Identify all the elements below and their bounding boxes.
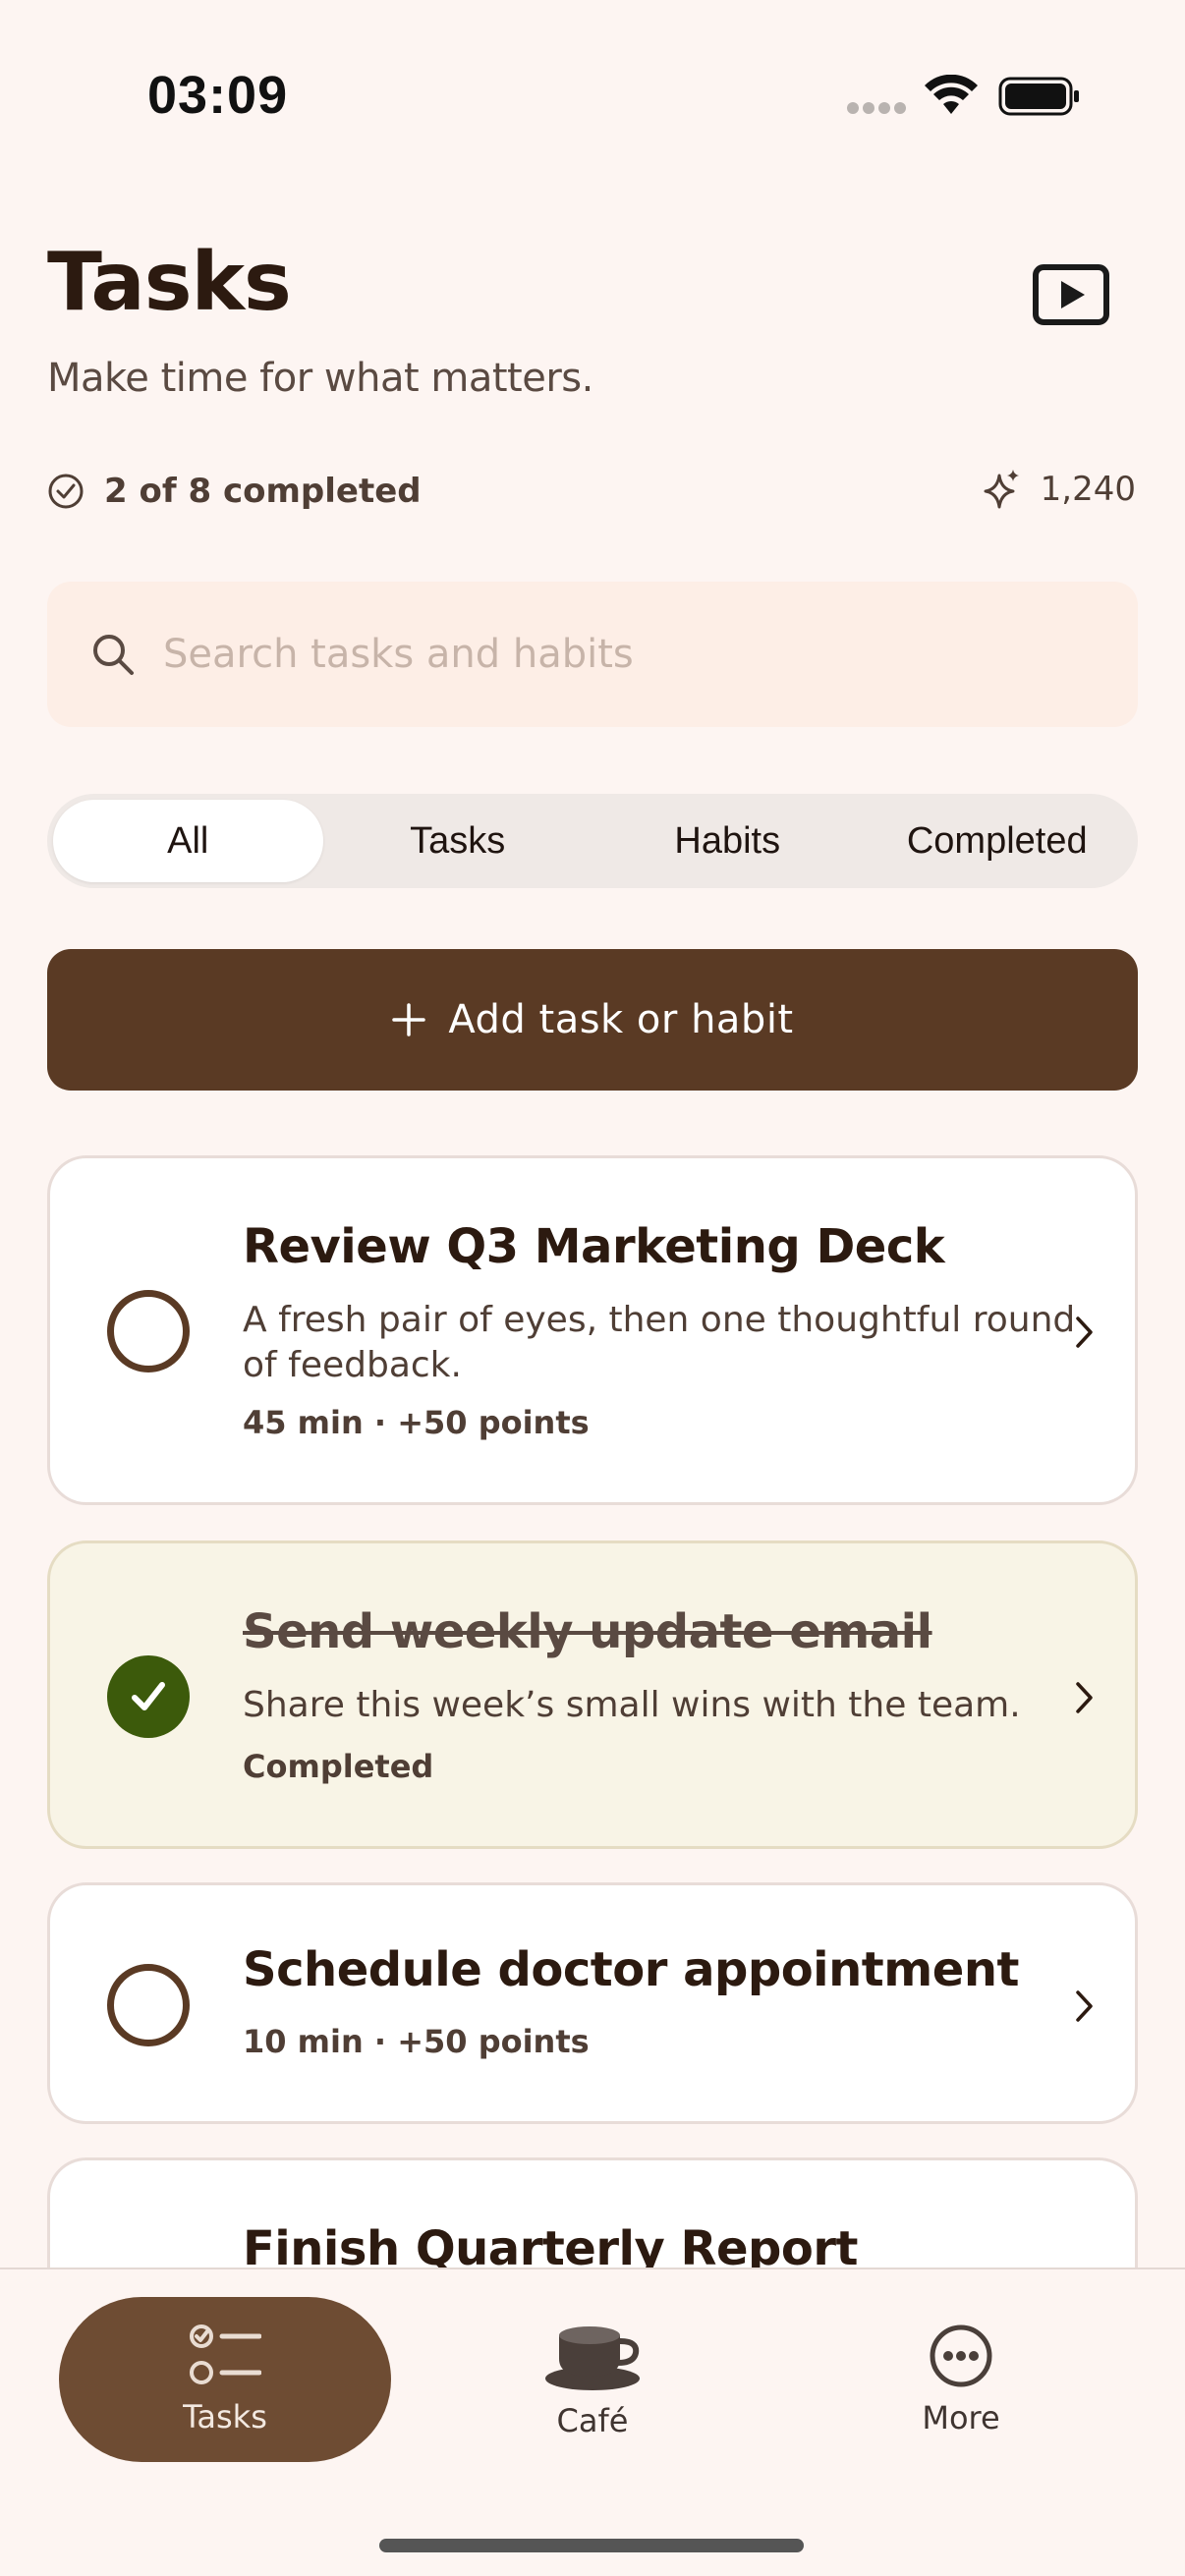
filter-habits[interactable]: Habits	[592, 800, 863, 882]
tab-cafe[interactable]: Café	[472, 2297, 713, 2462]
task-meta: 45 min · +50 points	[243, 1404, 590, 1441]
points-summary: 1,240	[982, 468, 1136, 511]
task-card[interactable]: Schedule doctor appointment 10 min · +50…	[47, 1882, 1138, 2124]
battery-icon	[998, 77, 1079, 116]
task-meta: 10 min · +50 points	[243, 2023, 590, 2060]
check-circle-icon	[48, 474, 84, 509]
page-title: Tasks	[47, 236, 292, 329]
task-checkbox[interactable]	[107, 1964, 190, 2046]
progress-text: 2 of 8 completed	[104, 472, 422, 511]
tab-tasks[interactable]: Tasks	[59, 2297, 391, 2462]
add-task-label: Add task or habit	[448, 997, 794, 1042]
task-description: Share this week’s small wins with the te…	[243, 1685, 1021, 1725]
chevron-right-icon	[1076, 1990, 1093, 2022]
wifi-icon	[925, 75, 978, 114]
search-icon	[93, 635, 134, 675]
task-description: A fresh pair of eyes, then one thoughtfu…	[243, 1300, 1076, 1385]
bottom-tab-bar: Tasks Café More	[0, 2268, 1185, 2576]
play-video-icon[interactable]	[1032, 263, 1110, 326]
task-title: Review Q3 Marketing Deck	[243, 1219, 945, 1274]
add-task-button[interactable]: Add task or habit	[47, 949, 1138, 1091]
cellular-signal-icon	[847, 102, 906, 116]
chevron-right-icon	[1076, 1682, 1093, 1713]
status-bar: 03:09	[0, 0, 1185, 187]
filter-all[interactable]: All	[53, 800, 323, 882]
tab-cafe-label: Café	[556, 2402, 629, 2439]
coffee-cup-icon	[545, 2326, 640, 2390]
filter-completed[interactable]: Completed	[863, 800, 1133, 882]
task-checkbox[interactable]	[107, 1290, 190, 1372]
status-time: 03:09	[147, 66, 289, 125]
chevron-right-icon	[1076, 1316, 1093, 1348]
task-card-completed[interactable]: Send weekly update email Share this week…	[47, 1540, 1138, 1849]
task-checkbox-checked[interactable]	[107, 1655, 190, 1738]
search-input[interactable]: Search tasks and habits	[47, 582, 1138, 727]
task-title: Schedule doctor appointment	[243, 1942, 1019, 1997]
checklist-icon	[190, 2324, 261, 2384]
task-card[interactable]: Review Q3 Marketing Deck A fresh pair of…	[47, 1155, 1138, 1505]
home-indicator	[379, 2539, 804, 2552]
filter-segmented-control: All Tasks Habits Completed	[47, 794, 1138, 888]
plus-icon	[392, 1003, 426, 1036]
filter-tasks[interactable]: Tasks	[323, 800, 593, 882]
points-text: 1,240	[1040, 470, 1136, 509]
sparkle-icon	[984, 470, 1019, 509]
more-options-icon	[930, 2324, 992, 2387]
page-subtitle: Make time for what matters.	[47, 356, 593, 401]
tab-tasks-label: Tasks	[183, 2398, 267, 2436]
tab-more[interactable]: More	[845, 2297, 1077, 2462]
tab-more-label: More	[922, 2399, 1000, 2436]
task-meta: Completed	[243, 1748, 434, 1785]
search-placeholder: Search tasks and habits	[163, 632, 634, 677]
task-title: Send weekly update email	[243, 1604, 932, 1659]
progress-summary: 2 of 8 completed	[47, 470, 422, 513]
checkmark-icon	[132, 1682, 165, 1710]
